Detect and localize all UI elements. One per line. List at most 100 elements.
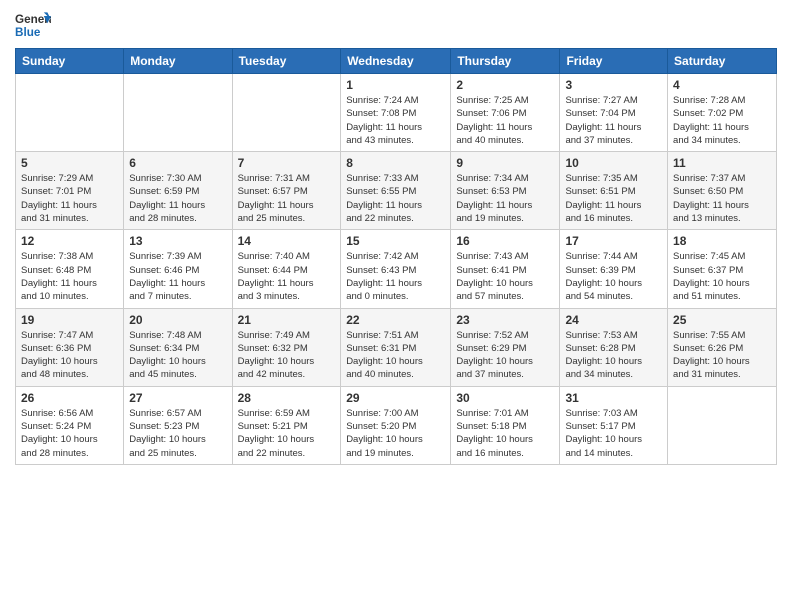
day-number: 9 (456, 156, 554, 170)
weekday-header-row: SundayMondayTuesdayWednesdayThursdayFrid… (16, 49, 777, 74)
calendar-week-row: 26 Sunrise: 6:56 AM Sunset: 5:24 PM Dayli… (16, 386, 777, 464)
calendar-week-row: 19Sunrise: 7:47 AM Sunset: 6:36 PM Dayli… (16, 308, 777, 386)
calendar-cell: 26 Sunrise: 6:56 AM Sunset: 5:24 PM Dayli… (16, 386, 124, 464)
day-info: Sunrise: 7:48 AM Sunset: 6:34 PM Dayligh… (129, 329, 226, 382)
calendar-cell: 14 Sunrise: 7:40 AM Sunset: 6:44 PM Dayli… (232, 230, 341, 308)
calendar-cell (232, 74, 341, 152)
calendar-cell: 12Sunrise: 7:38 AM Sunset: 6:48 PM Dayli… (16, 230, 124, 308)
calendar-cell: 16 Sunrise: 7:43 AM Sunset: 6:41 PM Dayli… (451, 230, 560, 308)
day-number: 27 (129, 391, 226, 405)
calendar-cell: 8Sunrise: 7:33 AM Sunset: 6:55 PM Daylig… (341, 152, 451, 230)
day-number: 17 (565, 234, 662, 248)
calendar-week-row: 1 Sunrise: 7:24 AM Sunset: 7:08 PM Daylig… (16, 74, 777, 152)
calendar-week-row: 12Sunrise: 7:38 AM Sunset: 6:48 PM Dayli… (16, 230, 777, 308)
calendar-cell: 29Sunrise: 7:00 AM Sunset: 5:20 PM Dayli… (341, 386, 451, 464)
day-info: Sunrise: 6:57 AM Sunset: 5:23 PM Dayligh… (129, 407, 226, 460)
day-number: 8 (346, 156, 445, 170)
day-number: 30 (456, 391, 554, 405)
svg-text:General: General (15, 13, 51, 26)
calendar-cell: 27 Sunrise: 6:57 AM Sunset: 5:23 PM Dayli… (124, 386, 232, 464)
day-number: 2 (456, 78, 554, 92)
day-info: Sunrise: 7:55 AM Sunset: 6:26 PM Dayligh… (673, 329, 771, 382)
day-number: 5 (21, 156, 118, 170)
calendar-cell: 17 Sunrise: 7:44 AM Sunset: 6:39 PM Dayli… (560, 230, 668, 308)
calendar-cell: 2Sunrise: 7:25 AM Sunset: 7:06 PM Daylig… (451, 74, 560, 152)
day-info: Sunrise: 7:01 AM Sunset: 5:18 PM Dayligh… (456, 407, 554, 460)
day-number: 26 (21, 391, 118, 405)
header: General Blue (15, 10, 777, 40)
day-number: 12 (21, 234, 118, 248)
weekday-header: Sunday (16, 49, 124, 74)
day-number: 20 (129, 313, 226, 327)
day-info: Sunrise: 6:59 AM Sunset: 5:21 PM Dayligh… (238, 407, 336, 460)
logo: General Blue (15, 10, 51, 40)
day-info: Sunrise: 7:44 AM Sunset: 6:39 PM Dayligh… (565, 250, 662, 303)
calendar-cell: 15Sunrise: 7:42 AM Sunset: 6:43 PM Dayli… (341, 230, 451, 308)
logo-icon: General Blue (15, 10, 51, 40)
day-info: Sunrise: 7:43 AM Sunset: 6:41 PM Dayligh… (456, 250, 554, 303)
day-info: Sunrise: 7:52 AM Sunset: 6:29 PM Dayligh… (456, 329, 554, 382)
day-info: Sunrise: 7:35 AM Sunset: 6:51 PM Dayligh… (565, 172, 662, 225)
weekday-header: Monday (124, 49, 232, 74)
calendar-cell: 5 Sunrise: 7:29 AM Sunset: 7:01 PM Daylig… (16, 152, 124, 230)
calendar-week-row: 5 Sunrise: 7:29 AM Sunset: 7:01 PM Daylig… (16, 152, 777, 230)
day-info: Sunrise: 7:00 AM Sunset: 5:20 PM Dayligh… (346, 407, 445, 460)
day-number: 14 (238, 234, 336, 248)
calendar-cell: 3 Sunrise: 7:27 AM Sunset: 7:04 PM Daylig… (560, 74, 668, 152)
day-number: 22 (346, 313, 445, 327)
calendar-cell (16, 74, 124, 152)
calendar-cell: 19Sunrise: 7:47 AM Sunset: 6:36 PM Dayli… (16, 308, 124, 386)
day-number: 7 (238, 156, 336, 170)
calendar-cell: 11Sunrise: 7:37 AM Sunset: 6:50 PM Dayli… (668, 152, 777, 230)
calendar-cell: 10 Sunrise: 7:35 AM Sunset: 6:51 PM Dayli… (560, 152, 668, 230)
calendar-table: SundayMondayTuesdayWednesdayThursdayFrid… (15, 48, 777, 465)
weekday-header: Thursday (451, 49, 560, 74)
calendar-cell: 31 Sunrise: 7:03 AM Sunset: 5:17 PM Dayli… (560, 386, 668, 464)
weekday-header: Friday (560, 49, 668, 74)
calendar-cell: 6 Sunrise: 7:30 AM Sunset: 6:59 PM Daylig… (124, 152, 232, 230)
day-number: 23 (456, 313, 554, 327)
day-info: Sunrise: 7:24 AM Sunset: 7:08 PM Dayligh… (346, 94, 445, 147)
day-info: Sunrise: 6:56 AM Sunset: 5:24 PM Dayligh… (21, 407, 118, 460)
day-info: Sunrise: 7:51 AM Sunset: 6:31 PM Dayligh… (346, 329, 445, 382)
day-number: 28 (238, 391, 336, 405)
calendar-cell: 9 Sunrise: 7:34 AM Sunset: 6:53 PM Daylig… (451, 152, 560, 230)
day-info: Sunrise: 7:45 AM Sunset: 6:37 PM Dayligh… (673, 250, 771, 303)
day-info: Sunrise: 7:29 AM Sunset: 7:01 PM Dayligh… (21, 172, 118, 225)
calendar-cell: 4Sunrise: 7:28 AM Sunset: 7:02 PM Daylig… (668, 74, 777, 152)
day-info: Sunrise: 7:34 AM Sunset: 6:53 PM Dayligh… (456, 172, 554, 225)
calendar-cell: 13Sunrise: 7:39 AM Sunset: 6:46 PM Dayli… (124, 230, 232, 308)
day-number: 24 (565, 313, 662, 327)
calendar-cell: 25 Sunrise: 7:55 AM Sunset: 6:26 PM Dayli… (668, 308, 777, 386)
day-info: Sunrise: 7:27 AM Sunset: 7:04 PM Dayligh… (565, 94, 662, 147)
weekday-header: Wednesday (341, 49, 451, 74)
calendar-cell: 30 Sunrise: 7:01 AM Sunset: 5:18 PM Dayli… (451, 386, 560, 464)
calendar-cell: 23 Sunrise: 7:52 AM Sunset: 6:29 PM Dayli… (451, 308, 560, 386)
day-info: Sunrise: 7:53 AM Sunset: 6:28 PM Dayligh… (565, 329, 662, 382)
day-info: Sunrise: 7:47 AM Sunset: 6:36 PM Dayligh… (21, 329, 118, 382)
day-number: 25 (673, 313, 771, 327)
day-info: Sunrise: 7:42 AM Sunset: 6:43 PM Dayligh… (346, 250, 445, 303)
day-info: Sunrise: 7:49 AM Sunset: 6:32 PM Dayligh… (238, 329, 336, 382)
day-number: 6 (129, 156, 226, 170)
weekday-header: Saturday (668, 49, 777, 74)
day-info: Sunrise: 7:03 AM Sunset: 5:17 PM Dayligh… (565, 407, 662, 460)
day-info: Sunrise: 7:40 AM Sunset: 6:44 PM Dayligh… (238, 250, 336, 303)
day-number: 31 (565, 391, 662, 405)
day-info: Sunrise: 7:39 AM Sunset: 6:46 PM Dayligh… (129, 250, 226, 303)
day-number: 10 (565, 156, 662, 170)
day-info: Sunrise: 7:31 AM Sunset: 6:57 PM Dayligh… (238, 172, 336, 225)
calendar-cell: 1 Sunrise: 7:24 AM Sunset: 7:08 PM Daylig… (341, 74, 451, 152)
day-number: 16 (456, 234, 554, 248)
day-number: 18 (673, 234, 771, 248)
day-info: Sunrise: 7:30 AM Sunset: 6:59 PM Dayligh… (129, 172, 226, 225)
calendar-cell: 28 Sunrise: 6:59 AM Sunset: 5:21 PM Dayli… (232, 386, 341, 464)
calendar-cell: 24 Sunrise: 7:53 AM Sunset: 6:28 PM Dayli… (560, 308, 668, 386)
day-number: 3 (565, 78, 662, 92)
page: General Blue SundayMondayTuesdayWednesda… (0, 0, 792, 612)
calendar-cell: 20 Sunrise: 7:48 AM Sunset: 6:34 PM Dayli… (124, 308, 232, 386)
day-number: 1 (346, 78, 445, 92)
day-number: 11 (673, 156, 771, 170)
calendar-cell: 21Sunrise: 7:49 AM Sunset: 6:32 PM Dayli… (232, 308, 341, 386)
day-info: Sunrise: 7:28 AM Sunset: 7:02 PM Dayligh… (673, 94, 771, 147)
